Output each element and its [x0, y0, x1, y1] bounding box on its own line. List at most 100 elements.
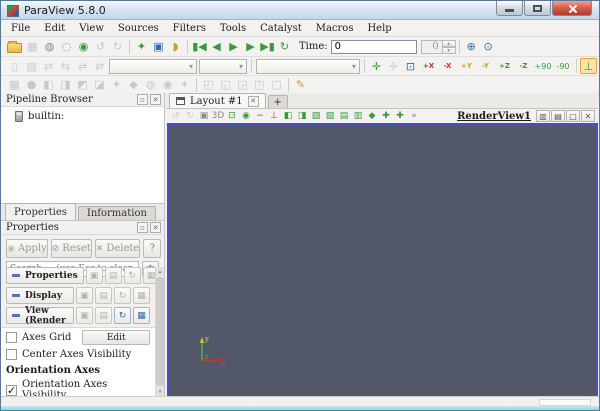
- rescale-visible-range-button[interactable]: ⇄: [91, 58, 108, 74]
- group-datasets-button[interactable]: ◉: [159, 77, 176, 93]
- capture-screenshot-button[interactable]: ▣: [150, 39, 167, 55]
- close-view-button[interactable]: ✕: [581, 110, 595, 122]
- delete-button[interactable]: ✕ Delete: [94, 239, 141, 258]
- toggle-color-legend-button[interactable]: ▯: [6, 58, 23, 74]
- rotate-90-cw-button[interactable]: +90: [533, 58, 553, 74]
- frame-up-button[interactable]: ▴: [442, 39, 456, 47]
- view-select-block-button[interactable]: ▤: [337, 110, 351, 123]
- view-reset-center-button[interactable]: ⊥: [267, 110, 281, 123]
- undock-icon[interactable]: ▫: [137, 94, 148, 105]
- vcr-loop-toggle[interactable]: ↻: [276, 39, 293, 55]
- open-file-button[interactable]: [6, 39, 24, 55]
- save-view-button[interactable]: ▦: [133, 307, 150, 324]
- view-select-points-through-button[interactable]: ▨: [323, 110, 337, 123]
- scrollbar-thumb[interactable]: [156, 277, 164, 386]
- view-zoom-box-button[interactable]: ⊡: [225, 110, 239, 123]
- reset-button[interactable]: ⊘ Reset: [50, 239, 92, 258]
- frame-value[interactable]: 0: [420, 39, 443, 54]
- clip-filter-button[interactable]: ◧: [40, 77, 57, 93]
- rescale-data-range-button[interactable]: ⇄: [40, 58, 57, 74]
- select-cells-on-button[interactable]: ◰: [200, 77, 217, 93]
- maximize-view-button[interactable]: □: [566, 110, 580, 122]
- toggle-2d-3d-button[interactable]: 3D: [211, 110, 225, 123]
- menu-sources[interactable]: Sources: [111, 22, 166, 35]
- paste-properties-button[interactable]: ▤: [104, 267, 122, 284]
- camera-undo-button[interactable]: ↺: [169, 110, 183, 123]
- menu-tools[interactable]: Tools: [213, 22, 253, 35]
- view-select-cells-on-button[interactable]: ◧: [281, 110, 295, 123]
- measure-ruler-button[interactable]: ✎: [292, 77, 309, 93]
- zoom-to-data-button[interactable]: ✛: [385, 58, 402, 74]
- extract-group-button[interactable]: ✶: [176, 77, 193, 93]
- select-points-on-button[interactable]: ◱: [217, 77, 234, 93]
- paste-display-button[interactable]: ▤: [95, 287, 112, 304]
- stream-tracer-button[interactable]: ◆: [125, 77, 142, 93]
- spreadsheet-view-button[interactable]: ▦: [6, 77, 23, 93]
- set-view-minus-y-button[interactable]: -Y: [476, 58, 495, 74]
- render-viewport[interactable]: y x z: [167, 123, 598, 397]
- frame-down-button[interactable]: ▾: [442, 46, 456, 54]
- set-view-plus-y-button[interactable]: +Y: [457, 58, 476, 74]
- contour-filter-button[interactable]: ●: [23, 77, 40, 93]
- vcr-play-button[interactable]: ▶: [225, 39, 242, 55]
- axes-grid-edit-button[interactable]: Edit: [82, 330, 150, 345]
- section-display-toggle[interactable]: Display: [6, 287, 74, 304]
- disconnect-button[interactable]: ◌: [58, 39, 75, 55]
- view-capture-button[interactable]: ▣: [197, 110, 211, 123]
- component-dropdown[interactable]: ▾: [199, 58, 247, 74]
- camera-redo-button[interactable]: ↻: [183, 110, 197, 123]
- view-show-center-button[interactable]: ◉: [239, 110, 253, 123]
- section-properties-toggle[interactable]: Properties: [6, 267, 84, 284]
- vcr-next-frame-button[interactable]: ▶: [242, 39, 259, 55]
- render-view-name[interactable]: RenderView1: [453, 111, 535, 122]
- minimize-button[interactable]: [496, 1, 523, 16]
- view-interactive-select-points-button[interactable]: ◆: [365, 110, 379, 123]
- rescale-custom-range-button[interactable]: ⇆: [57, 58, 74, 74]
- extract-subset-button[interactable]: ◪: [91, 77, 108, 93]
- copy-display-button[interactable]: ▣: [76, 287, 93, 304]
- redo-button[interactable]: ↻: [109, 39, 126, 55]
- menu-macros[interactable]: Macros: [309, 22, 361, 35]
- view-hide-center-button[interactable]: −: [253, 110, 267, 123]
- help-button[interactable]: ?: [143, 239, 162, 258]
- undo-button[interactable]: ↺: [92, 39, 109, 55]
- menu-view[interactable]: View: [72, 22, 111, 35]
- layout-tab[interactable]: Layout #1 ✕: [169, 93, 266, 108]
- reload-properties-button[interactable]: ↻: [123, 267, 141, 284]
- reload-view-button[interactable]: ↻: [114, 307, 131, 324]
- representation-dropdown[interactable]: ▾: [256, 58, 360, 74]
- paste-view-button[interactable]: ▤: [95, 307, 112, 324]
- rescale-temporal-range-button[interactable]: ⇌: [74, 58, 91, 74]
- save-display-button[interactable]: ▦: [133, 287, 150, 304]
- warp-by-vector-button[interactable]: ◍: [142, 77, 159, 93]
- apply-button[interactable]: ◉ Apply: [6, 239, 48, 258]
- new-layout-tab-button[interactable]: +: [267, 95, 288, 108]
- zoom-to-box-button[interactable]: ⊡: [402, 58, 419, 74]
- properties-scrollbar[interactable]: ▴ ▾: [155, 267, 164, 396]
- section-view-toggle[interactable]: View (Render: [6, 306, 74, 326]
- menu-catalyst[interactable]: Catalyst: [253, 22, 309, 35]
- set-view-plus-x-button[interactable]: +X: [419, 58, 438, 74]
- menu-file[interactable]: File: [4, 22, 37, 35]
- view-select-points-on-button[interactable]: ◨: [295, 110, 309, 123]
- menu-filters[interactable]: Filters: [166, 22, 213, 35]
- orientation-axes-visibility-checkbox[interactable]: [6, 384, 17, 396]
- edit-color-map-button[interactable]: ▤: [23, 58, 40, 74]
- menu-help[interactable]: Help: [360, 22, 398, 35]
- threshold-filter-button[interactable]: ◩: [74, 77, 91, 93]
- auto-apply-toggle[interactable]: ◉: [75, 39, 92, 55]
- reload-display-button[interactable]: ↻: [114, 287, 131, 304]
- color-palette-button[interactable]: ◗: [167, 39, 184, 55]
- vcr-previous-frame-button[interactable]: ◀: [208, 39, 225, 55]
- close-panel-icon[interactable]: ✕: [150, 222, 161, 233]
- tab-properties[interactable]: Properties: [5, 203, 76, 220]
- save-data-button[interactable]: ▦: [24, 39, 41, 55]
- copy-properties-button[interactable]: ▣: [85, 267, 103, 284]
- undock-icon[interactable]: ▫: [137, 222, 148, 233]
- set-view-minus-x-button[interactable]: -X: [438, 58, 457, 74]
- select-block-button[interactable]: ▢: [268, 77, 285, 93]
- select-points-through-button[interactable]: ◳: [251, 77, 268, 93]
- catalyst-connect-button[interactable]: ✦: [133, 39, 150, 55]
- menu-edit[interactable]: Edit: [37, 22, 72, 35]
- view-select-cells-through-button[interactable]: ▧: [309, 110, 323, 123]
